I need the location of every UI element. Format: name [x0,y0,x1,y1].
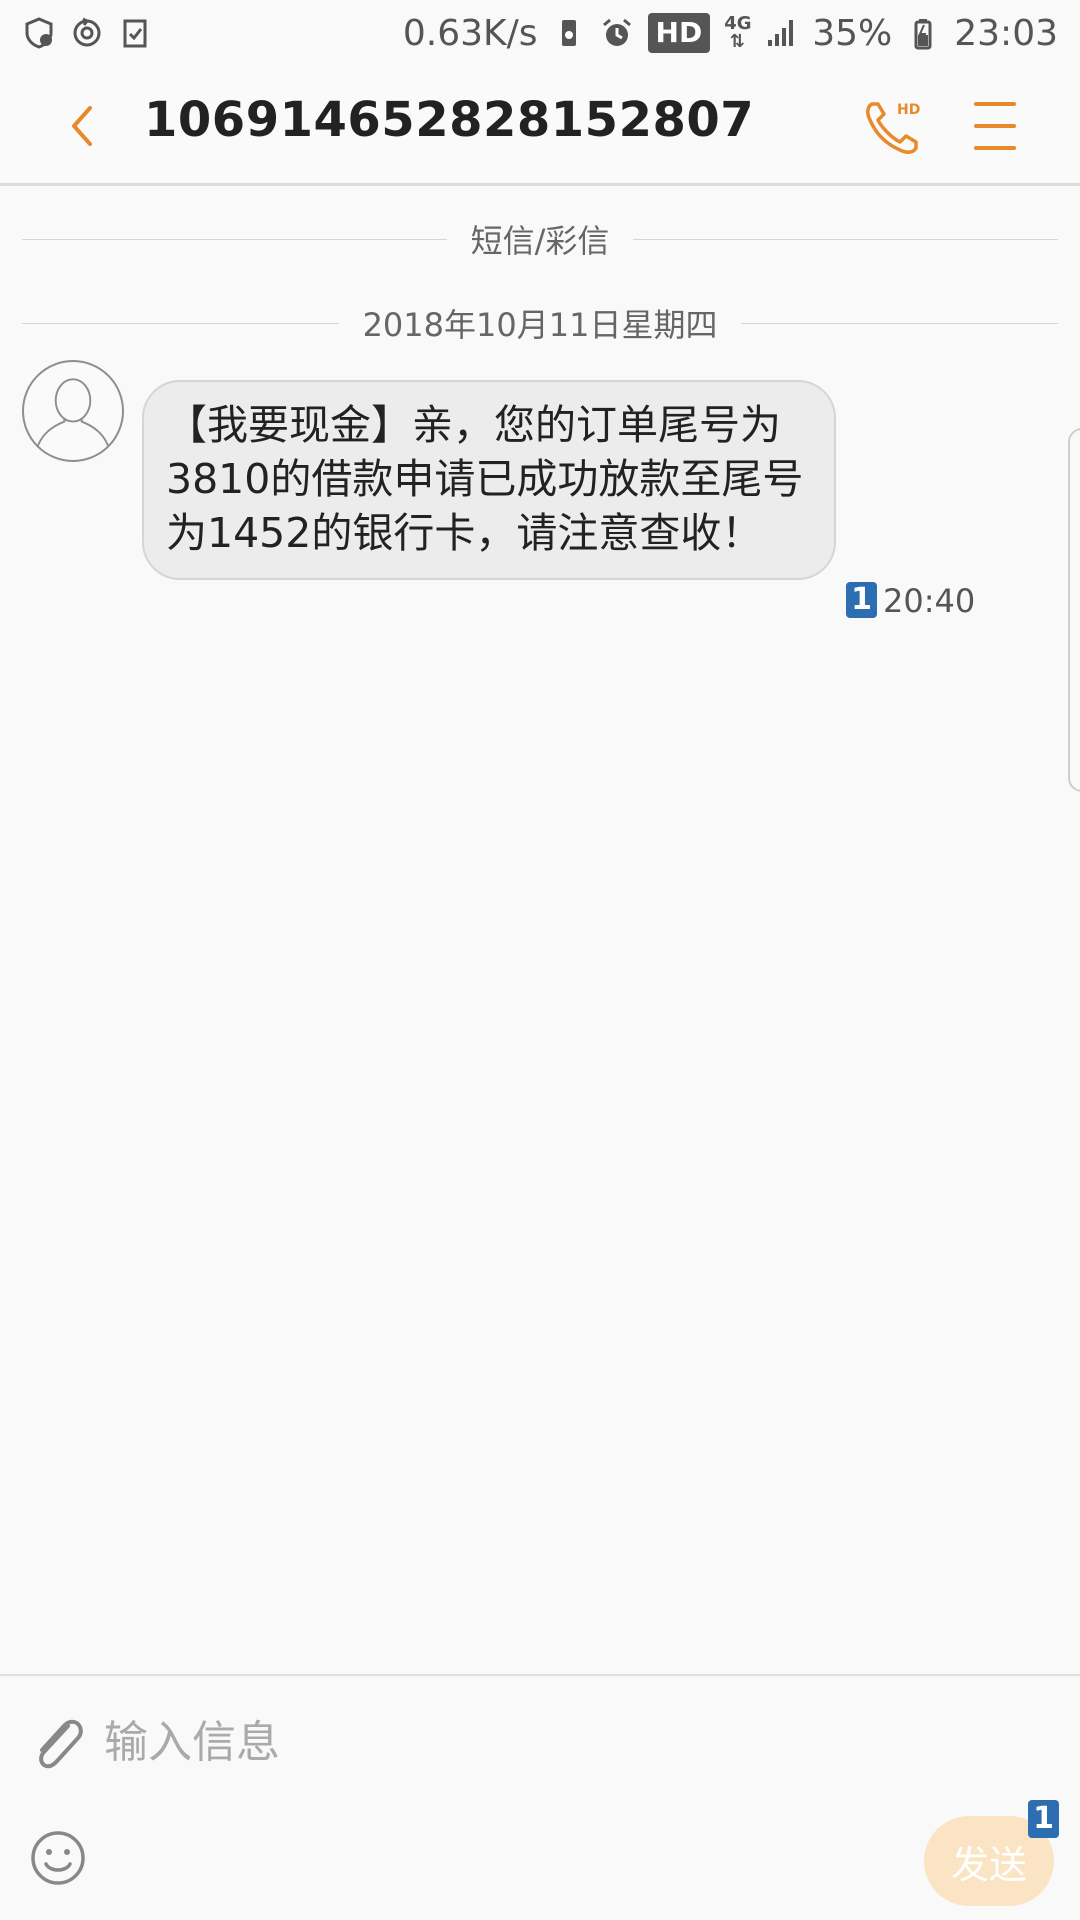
back-arrow-icon [72,106,92,146]
send-sim-badge: 1 [1028,1800,1059,1838]
menu-line-icon [974,146,1016,150]
date-label: 2018年10月11日星期四 [362,306,718,344]
battery-percent: 35% [812,12,893,54]
menu-button[interactable] [974,102,1016,150]
shield-heart-icon [22,16,56,50]
clipboard-check-icon [118,16,152,50]
message-input[interactable] [104,1702,804,1782]
attach-button[interactable] [28,1712,86,1774]
network-speed: 0.63K/s [402,12,538,54]
divider-line [22,238,447,240]
battery-charging-icon [906,16,940,50]
contact-number: 106914652828152807 [144,92,755,148]
signal-icon [764,16,798,50]
hd-voice-badge: HD [647,13,711,53]
network-type: 4G ⇅ [724,13,752,52]
back-button[interactable] [58,96,108,156]
contact-avatar[interactable] [22,360,124,462]
alarm-icon [600,16,634,50]
message-bubble[interactable]: 【我要现金】亲，您的订单尾号为3810的借款申请已成功放款至尾号为1452的银行… [142,380,836,580]
paperclip-icon [39,1719,83,1769]
person-silhouette-icon [34,378,112,455]
emoji-button[interactable] [28,1828,88,1888]
hd-call-button[interactable]: HD [862,96,924,158]
message-time: 20:40 [883,582,976,620]
menu-line-icon [974,124,1016,128]
divider-line [22,322,339,324]
date-divider: 2018年10月11日星期四 [22,298,1059,348]
recycle-storage-icon [552,16,586,50]
divider-line [741,322,1059,324]
conversation-header: 106914652828152807 HD [0,66,1080,186]
sync-icon [70,16,104,50]
menu-line-icon [974,102,1016,106]
message-type-divider: 短信/彩信 [22,214,1059,264]
edge-panel-handle[interactable] [1068,428,1080,792]
message-composer: 发送 1 [0,1674,1080,1920]
message-text: 【我要现金】亲，您的订单尾号为3810的借款申请已成功放款至尾号为1452的银行… [166,401,804,557]
status-right-icons: 0.63K/s HD 4G ⇅ 35% 23:03 [403,13,1058,54]
smiley-icon [31,1831,85,1885]
status-bar: 0.63K/s HD 4G ⇅ 35% 23:03 [0,0,1080,66]
message-type-label: 短信/彩信 [470,222,610,260]
status-left-icons [22,16,152,50]
svg-text:HD: HD [897,102,920,118]
phone-hd-icon: HD [866,102,920,154]
divider-line [633,238,1059,240]
sim-badge: 1 [846,582,877,618]
clock: 23:03 [954,12,1058,54]
